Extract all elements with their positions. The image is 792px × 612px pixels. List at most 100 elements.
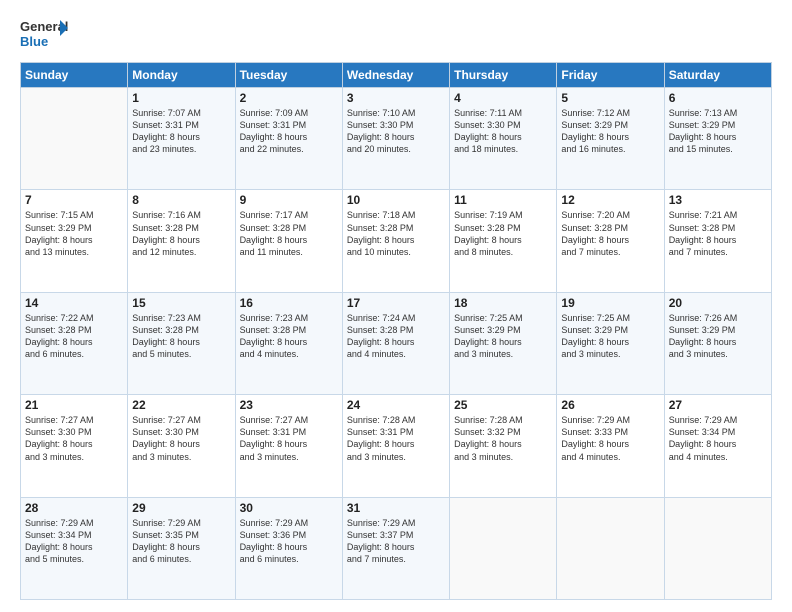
- day-info: Sunrise: 7:21 AMSunset: 3:28 PMDaylight:…: [669, 209, 767, 258]
- calendar-cell-week1-day1: [21, 88, 128, 190]
- day-info: Sunrise: 7:28 AMSunset: 3:32 PMDaylight:…: [454, 414, 552, 463]
- day-number: 7: [25, 193, 123, 207]
- day-number: 15: [132, 296, 230, 310]
- day-info: Sunrise: 7:23 AMSunset: 3:28 PMDaylight:…: [240, 312, 338, 361]
- day-info: Sunrise: 7:16 AMSunset: 3:28 PMDaylight:…: [132, 209, 230, 258]
- calendar-cell-week3-day4: 17 Sunrise: 7:24 AMSunset: 3:28 PMDayligh…: [342, 292, 449, 394]
- day-info: Sunrise: 7:19 AMSunset: 3:28 PMDaylight:…: [454, 209, 552, 258]
- day-number: 14: [25, 296, 123, 310]
- day-number: 4: [454, 91, 552, 105]
- calendar-cell-week4-day6: 26 Sunrise: 7:29 AMSunset: 3:33 PMDayligh…: [557, 395, 664, 497]
- calendar-header-tuesday: Tuesday: [235, 63, 342, 88]
- calendar-cell-week4-day4: 24 Sunrise: 7:28 AMSunset: 3:31 PMDayligh…: [342, 395, 449, 497]
- calendar-cell-week3-day7: 20 Sunrise: 7:26 AMSunset: 3:29 PMDayligh…: [664, 292, 771, 394]
- calendar-cell-week1-day4: 3 Sunrise: 7:10 AMSunset: 3:30 PMDaylight…: [342, 88, 449, 190]
- day-number: 11: [454, 193, 552, 207]
- day-number: 13: [669, 193, 767, 207]
- day-info: Sunrise: 7:29 AMSunset: 3:36 PMDaylight:…: [240, 517, 338, 566]
- calendar-week-4: 21 Sunrise: 7:27 AMSunset: 3:30 PMDayligh…: [21, 395, 772, 497]
- day-number: 16: [240, 296, 338, 310]
- day-info: Sunrise: 7:10 AMSunset: 3:30 PMDaylight:…: [347, 107, 445, 156]
- calendar-header-friday: Friday: [557, 63, 664, 88]
- day-number: 28: [25, 501, 123, 515]
- day-number: 29: [132, 501, 230, 515]
- page: General Blue SundayMondayTuesdayWednesda…: [0, 0, 792, 612]
- day-info: Sunrise: 7:29 AMSunset: 3:33 PMDaylight:…: [561, 414, 659, 463]
- day-info: Sunrise: 7:29 AMSunset: 3:35 PMDaylight:…: [132, 517, 230, 566]
- day-info: Sunrise: 7:07 AMSunset: 3:31 PMDaylight:…: [132, 107, 230, 156]
- day-info: Sunrise: 7:23 AMSunset: 3:28 PMDaylight:…: [132, 312, 230, 361]
- day-info: Sunrise: 7:29 AMSunset: 3:37 PMDaylight:…: [347, 517, 445, 566]
- calendar-cell-week4-day2: 22 Sunrise: 7:27 AMSunset: 3:30 PMDayligh…: [128, 395, 235, 497]
- day-number: 20: [669, 296, 767, 310]
- calendar-cell-week1-day7: 6 Sunrise: 7:13 AMSunset: 3:29 PMDaylight…: [664, 88, 771, 190]
- day-info: Sunrise: 7:29 AMSunset: 3:34 PMDaylight:…: [669, 414, 767, 463]
- calendar-cell-week3-day6: 19Sunrise: 7:25 AMSunset: 3:29 PMDayligh…: [557, 292, 664, 394]
- calendar-cell-week4-day1: 21 Sunrise: 7:27 AMSunset: 3:30 PMDayligh…: [21, 395, 128, 497]
- calendar-cell-week2-day6: 12 Sunrise: 7:20 AMSunset: 3:28 PMDayligh…: [557, 190, 664, 292]
- day-number: 8: [132, 193, 230, 207]
- day-info: Sunrise: 7:27 AMSunset: 3:30 PMDaylight:…: [25, 414, 123, 463]
- calendar-cell-week5-day2: 29 Sunrise: 7:29 AMSunset: 3:35 PMDayligh…: [128, 497, 235, 599]
- header: General Blue: [20, 16, 772, 54]
- calendar-cell-week2-day4: 10 Sunrise: 7:18 AMSunset: 3:28 PMDayligh…: [342, 190, 449, 292]
- calendar-cell-week1-day5: 4Sunrise: 7:11 AMSunset: 3:30 PMDaylight…: [450, 88, 557, 190]
- calendar-cell-week2-day3: 9Sunrise: 7:17 AMSunset: 3:28 PMDaylight…: [235, 190, 342, 292]
- calendar-header-sunday: Sunday: [21, 63, 128, 88]
- calendar-header-row: SundayMondayTuesdayWednesdayThursdayFrid…: [21, 63, 772, 88]
- calendar-cell-week5-day4: 31Sunrise: 7:29 AMSunset: 3:37 PMDayligh…: [342, 497, 449, 599]
- calendar-week-1: 1 Sunrise: 7:07 AMSunset: 3:31 PMDaylight…: [21, 88, 772, 190]
- day-number: 22: [132, 398, 230, 412]
- calendar-cell-week4-day5: 25 Sunrise: 7:28 AMSunset: 3:32 PMDayligh…: [450, 395, 557, 497]
- calendar-cell-week3-day2: 15 Sunrise: 7:23 AMSunset: 3:28 PMDayligh…: [128, 292, 235, 394]
- day-number: 18: [454, 296, 552, 310]
- day-info: Sunrise: 7:26 AMSunset: 3:29 PMDaylight:…: [669, 312, 767, 361]
- day-info: Sunrise: 7:27 AMSunset: 3:30 PMDaylight:…: [132, 414, 230, 463]
- day-info: Sunrise: 7:20 AMSunset: 3:28 PMDaylight:…: [561, 209, 659, 258]
- calendar-cell-week1-day3: 2 Sunrise: 7:09 AMSunset: 3:31 PMDaylight…: [235, 88, 342, 190]
- calendar-cell-week2-day5: 11 Sunrise: 7:19 AMSunset: 3:28 PMDayligh…: [450, 190, 557, 292]
- calendar-header-thursday: Thursday: [450, 63, 557, 88]
- generalblue-logo-icon: General Blue: [20, 16, 70, 54]
- calendar-cell-week4-day7: 27Sunrise: 7:29 AMSunset: 3:34 PMDayligh…: [664, 395, 771, 497]
- day-number: 17: [347, 296, 445, 310]
- calendar-cell-week1-day6: 5Sunrise: 7:12 AMSunset: 3:29 PMDaylight…: [557, 88, 664, 190]
- calendar-cell-week3-day5: 18 Sunrise: 7:25 AMSunset: 3:29 PMDayligh…: [450, 292, 557, 394]
- calendar-cell-week5-day6: [557, 497, 664, 599]
- day-info: Sunrise: 7:15 AMSunset: 3:29 PMDaylight:…: [25, 209, 123, 258]
- calendar-cell-week1-day2: 1 Sunrise: 7:07 AMSunset: 3:31 PMDaylight…: [128, 88, 235, 190]
- day-number: 5: [561, 91, 659, 105]
- logo: General Blue: [20, 16, 70, 54]
- day-info: Sunrise: 7:13 AMSunset: 3:29 PMDaylight:…: [669, 107, 767, 156]
- calendar-table: SundayMondayTuesdayWednesdayThursdayFrid…: [20, 62, 772, 600]
- day-info: Sunrise: 7:09 AMSunset: 3:31 PMDaylight:…: [240, 107, 338, 156]
- day-number: 23: [240, 398, 338, 412]
- day-info: Sunrise: 7:18 AMSunset: 3:28 PMDaylight:…: [347, 209, 445, 258]
- calendar-cell-week2-day1: 7 Sunrise: 7:15 AMSunset: 3:29 PMDaylight…: [21, 190, 128, 292]
- day-info: Sunrise: 7:24 AMSunset: 3:28 PMDaylight:…: [347, 312, 445, 361]
- day-number: 24: [347, 398, 445, 412]
- calendar-header-saturday: Saturday: [664, 63, 771, 88]
- day-number: 6: [669, 91, 767, 105]
- calendar-header-wednesday: Wednesday: [342, 63, 449, 88]
- day-info: Sunrise: 7:25 AMSunset: 3:29 PMDaylight:…: [561, 312, 659, 361]
- calendar-cell-week2-day7: 13 Sunrise: 7:21 AMSunset: 3:28 PMDayligh…: [664, 190, 771, 292]
- calendar-cell-week5-day3: 30Sunrise: 7:29 AMSunset: 3:36 PMDayligh…: [235, 497, 342, 599]
- day-info: Sunrise: 7:25 AMSunset: 3:29 PMDaylight:…: [454, 312, 552, 361]
- day-number: 10: [347, 193, 445, 207]
- day-number: 3: [347, 91, 445, 105]
- day-number: 12: [561, 193, 659, 207]
- calendar-header-monday: Monday: [128, 63, 235, 88]
- calendar-cell-week3-day1: 14 Sunrise: 7:22 AMSunset: 3:28 PMDayligh…: [21, 292, 128, 394]
- day-number: 2: [240, 91, 338, 105]
- day-number: 1: [132, 91, 230, 105]
- day-info: Sunrise: 7:22 AMSunset: 3:28 PMDaylight:…: [25, 312, 123, 361]
- day-number: 26: [561, 398, 659, 412]
- day-number: 21: [25, 398, 123, 412]
- svg-text:Blue: Blue: [20, 34, 48, 49]
- day-info: Sunrise: 7:28 AMSunset: 3:31 PMDaylight:…: [347, 414, 445, 463]
- calendar-week-5: 28Sunrise: 7:29 AMSunset: 3:34 PMDayligh…: [21, 497, 772, 599]
- day-number: 9: [240, 193, 338, 207]
- calendar-week-3: 14 Sunrise: 7:22 AMSunset: 3:28 PMDayligh…: [21, 292, 772, 394]
- day-number: 25: [454, 398, 552, 412]
